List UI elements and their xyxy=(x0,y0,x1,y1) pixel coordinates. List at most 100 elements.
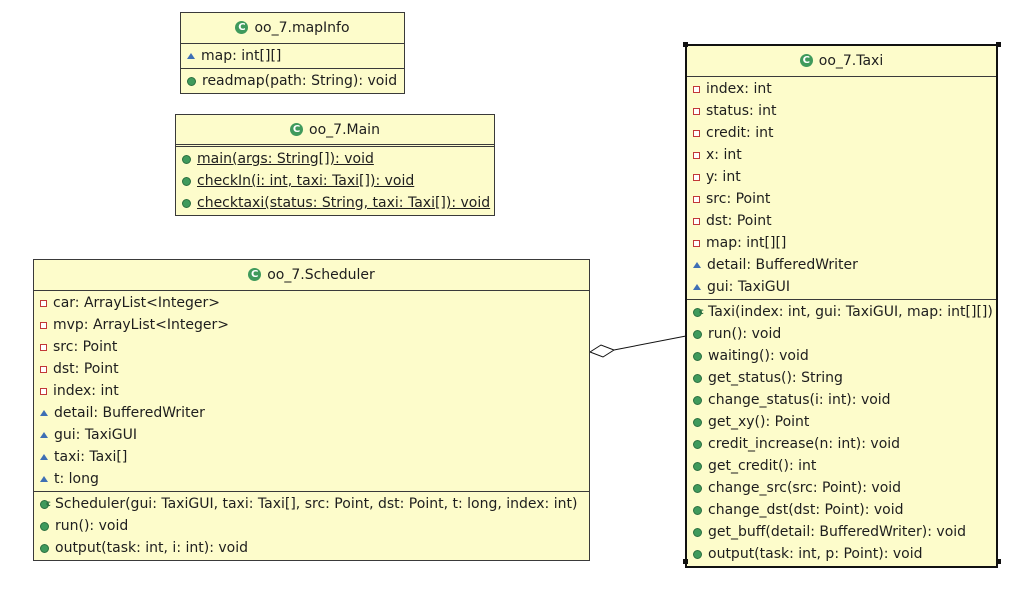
attribute-row[interactable]: x: int xyxy=(687,144,996,166)
attribute-row[interactable]: detail: BufferedWriter xyxy=(687,254,996,276)
class-title: Coo_7.Taxi xyxy=(687,46,996,77)
operation-text: waiting(): void xyxy=(708,348,809,364)
attribute-row[interactable]: y: int xyxy=(687,166,996,188)
attribute-row[interactable]: status: int xyxy=(687,100,996,122)
public-method-icon xyxy=(693,483,702,493)
attribute-row[interactable]: src: Point xyxy=(687,188,996,210)
attribute-row[interactable]: map: int[][] xyxy=(181,45,404,67)
selection-handle[interactable] xyxy=(996,42,1001,47)
class-icon: C xyxy=(799,53,813,67)
operation-row[interactable]: checktaxi(status: String, taxi: Taxi[]):… xyxy=(176,192,494,214)
aggregation-diamond xyxy=(588,344,616,358)
class-name: oo_7.Taxi xyxy=(818,53,884,69)
public-method-icon xyxy=(40,543,49,553)
operation-row[interactable]: get_status(): String xyxy=(687,367,996,389)
operation-row[interactable]: waiting(): void xyxy=(687,345,996,367)
operation-row[interactable]: run(): void xyxy=(687,323,996,345)
class-main[interactable]: Coo_7.Main main(args: String[]): void che… xyxy=(175,114,495,216)
attribute-row[interactable]: mvp: ArrayList<Integer> xyxy=(34,314,589,336)
private-member-icon xyxy=(693,107,700,115)
operation-row[interactable]: change_src(src: Point): void xyxy=(687,477,996,499)
class-scheduler[interactable]: Coo_7.Scheduler car: ArrayList<Integer> m… xyxy=(33,259,590,561)
operation-row[interactable]: Taxi(index: int, gui: TaxiGUI, map: int[… xyxy=(687,301,996,323)
operation-row[interactable]: get_xy(): Point xyxy=(687,411,996,433)
operation-text: Taxi(index: int, gui: TaxiGUI, map: int[… xyxy=(708,304,993,320)
attribute-text: detail: BufferedWriter xyxy=(54,405,205,421)
operation-text: credit_increase(n: int): void xyxy=(708,436,901,452)
operation-row[interactable]: output(task: int, p: Point): void xyxy=(687,543,996,565)
operation-row[interactable]: run(): void xyxy=(34,515,589,537)
private-member-icon xyxy=(40,343,47,351)
attribute-row[interactable]: credit: int xyxy=(687,122,996,144)
private-member-icon xyxy=(40,365,47,373)
operation-text: main(args: String[]): void xyxy=(197,151,374,167)
attribute-text: status: int xyxy=(706,103,777,119)
attribute-text: src: Point xyxy=(706,191,771,207)
class-icon: C xyxy=(290,122,304,136)
attribute-row[interactable]: map: int[][] xyxy=(687,232,996,254)
operation-row[interactable]: get_buff(detail: BufferedWriter): void xyxy=(687,521,996,543)
attribute-row[interactable]: dst: Point xyxy=(687,210,996,232)
attribute-row[interactable]: t: long xyxy=(34,468,589,490)
attribute-row[interactable]: taxi: Taxi[] xyxy=(34,446,589,468)
attribute-row[interactable]: gui: TaxiGUI xyxy=(687,276,996,298)
attribute-text: credit: int xyxy=(706,125,774,141)
attribute-text: dst: Point xyxy=(706,213,772,229)
operation-row[interactable]: Scheduler(gui: TaxiGUI, taxi: Taxi[], sr… xyxy=(34,493,589,515)
public-method-icon xyxy=(693,373,702,383)
attribute-text: index: int xyxy=(706,81,772,97)
public-method-icon xyxy=(693,505,702,515)
attribute-row[interactable]: gui: TaxiGUI xyxy=(34,424,589,446)
package-member-icon xyxy=(693,284,701,290)
attribute-row[interactable]: src: Point xyxy=(34,336,589,358)
public-method-icon xyxy=(693,395,702,405)
operation-row[interactable]: checkIn(i: int, taxi: Taxi[]): void xyxy=(176,170,494,192)
operation-text: change_dst(dst: Point): void xyxy=(708,502,904,518)
constructor-icon xyxy=(40,493,51,515)
operation-text: readmap(path: String): void xyxy=(202,73,398,89)
attributes-section: map: int[][] xyxy=(181,44,404,69)
attribute-text: src: Point xyxy=(53,339,118,355)
attribute-row[interactable]: index: int xyxy=(34,380,589,402)
public-method-icon xyxy=(693,461,702,471)
operation-text: change_src(src: Point): void xyxy=(708,480,902,496)
operation-row[interactable]: readmap(path: String): void xyxy=(181,70,404,92)
package-member-icon xyxy=(40,432,48,438)
operation-row[interactable]: change_status(i: int): void xyxy=(687,389,996,411)
class-title: Coo_7.Scheduler xyxy=(34,260,589,291)
attribute-row[interactable]: car: ArrayList<Integer> xyxy=(34,292,589,314)
class-name: oo_7.Main xyxy=(309,122,380,138)
attribute-text: map: int[][] xyxy=(706,235,787,251)
operation-row[interactable]: main(args: String[]): void xyxy=(176,148,494,170)
selection-handle[interactable] xyxy=(683,559,688,564)
selection-handle[interactable] xyxy=(996,559,1001,564)
operation-row[interactable]: get_credit(): int xyxy=(687,455,996,477)
attribute-text: car: ArrayList<Integer> xyxy=(53,295,220,311)
operation-text: checktaxi(status: String, taxi: Taxi[]):… xyxy=(197,195,491,211)
private-member-icon xyxy=(40,321,47,329)
public-method-icon xyxy=(693,439,702,449)
attributes-section: car: ArrayList<Integer> mvp: ArrayList<In… xyxy=(34,291,589,492)
public-method-icon xyxy=(693,329,702,339)
operation-row[interactable]: credit_increase(n: int): void xyxy=(687,433,996,455)
operation-text: run(): void xyxy=(708,326,782,342)
public-method-icon xyxy=(40,521,49,531)
selection-handle[interactable] xyxy=(683,42,688,47)
operation-row[interactable]: change_dst(dst: Point): void xyxy=(687,499,996,521)
class-taxi[interactable]: Coo_7.Taxi index: int status: int credit: … xyxy=(685,44,998,568)
attribute-row[interactable]: dst: Point xyxy=(34,358,589,380)
public-method-icon xyxy=(693,549,702,559)
operation-text: get_xy(): Point xyxy=(708,414,810,430)
public-method-icon xyxy=(187,76,196,86)
attribute-row[interactable]: detail: BufferedWriter xyxy=(34,402,589,424)
public-method-icon xyxy=(693,417,702,427)
attributes-section: index: int status: int credit: int x: int y:… xyxy=(687,77,996,300)
operation-text: change_status(i: int): void xyxy=(708,392,891,408)
attribute-row[interactable]: index: int xyxy=(687,78,996,100)
operation-text: get_buff(detail: BufferedWriter): void xyxy=(708,524,967,540)
public-method-icon xyxy=(693,351,702,361)
class-mapinfo[interactable]: Coo_7.mapInfo map: int[][] readmap(path:… xyxy=(180,12,405,94)
class-title: Coo_7.mapInfo xyxy=(181,13,404,44)
operation-row[interactable]: output(task: int, i: int): void xyxy=(34,537,589,559)
package-member-icon xyxy=(187,53,195,59)
